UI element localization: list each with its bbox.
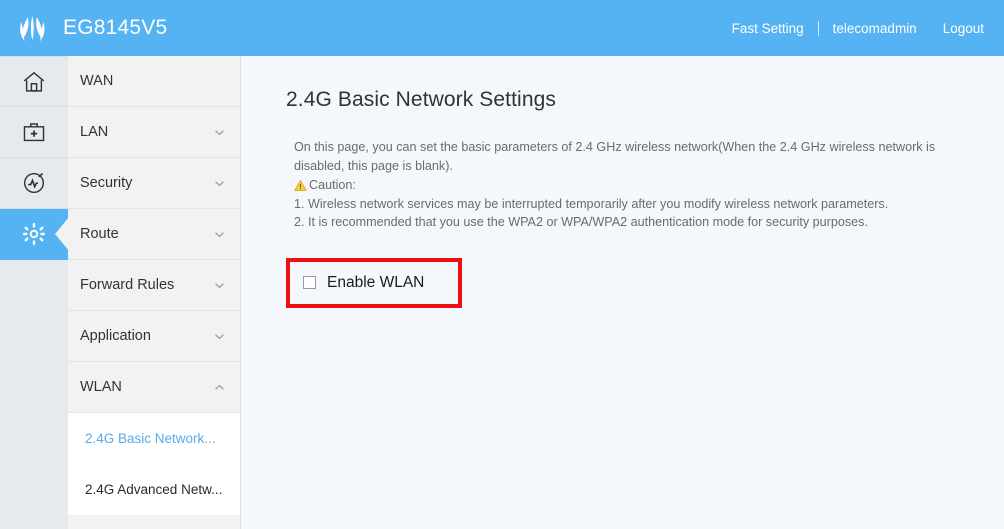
nav-item-label: LAN <box>80 124 109 140</box>
nav-item-forward-rules[interactable]: Forward Rules <box>68 260 240 311</box>
nav-item-wan[interactable]: WAN <box>68 56 240 107</box>
page-header: EG8145V5 Fast Setting telecomadmin Logou… <box>0 0 1004 56</box>
gauge-icon <box>23 172 45 194</box>
icon-sidebar <box>0 56 68 529</box>
rail-filler <box>0 260 68 311</box>
caution-item-2: 2. It is recommended that you use the WP… <box>294 215 868 229</box>
chevron-down-icon <box>215 231 224 237</box>
sidebar-icon-maintenance[interactable] <box>0 107 68 158</box>
current-user-label: telecomadmin <box>832 20 917 36</box>
chevron-up-icon <box>215 384 224 390</box>
nav-item-wlan[interactable]: WLAN <box>68 362 240 413</box>
nav-item-application[interactable]: Application <box>68 311 240 362</box>
router-admin-page: EG8145V5 Fast Setting telecomadmin Logou… <box>0 0 1004 529</box>
sidebar-icon-diagnosis[interactable] <box>0 158 68 209</box>
description-line-2: disabled, this page is blank). <box>294 158 453 173</box>
wlan-submenu: 2.4G Basic Network... 2.4G Advanced Netw… <box>68 413 240 515</box>
gear-icon <box>23 223 45 245</box>
description-line-1: On this page, you can set the basic para… <box>294 140 936 154</box>
page-title: 2.4G Basic Network Settings <box>286 88 556 111</box>
nav-item-label: WLAN <box>80 379 122 395</box>
enable-wlan-label[interactable]: Enable WLAN <box>327 274 424 292</box>
chevron-down-icon <box>215 180 224 186</box>
submenu-item-24g-advanced-network[interactable]: 2.4G Advanced Netw... <box>68 464 240 515</box>
nav-item-label: Forward Rules <box>80 277 175 293</box>
chevron-down-icon <box>215 333 224 339</box>
chevron-down-icon <box>215 282 224 288</box>
fast-setting-link[interactable]: Fast Setting <box>732 21 804 36</box>
enable-wlan-section: Enable WLAN <box>286 257 462 308</box>
nav-menu: WAN LAN Security Route Forward Rules App… <box>68 56 241 529</box>
brand-name: EG8145V5 <box>63 16 168 39</box>
enable-wlan-checkbox[interactable] <box>303 276 316 289</box>
nav-item-label: WAN <box>80 73 114 89</box>
nav-item-label: Route <box>80 226 119 242</box>
warning-triangle-icon <box>294 179 307 191</box>
nav-item-label: Security <box>80 175 133 191</box>
huawei-flower-logo-icon <box>20 15 45 42</box>
home-icon <box>23 71 45 92</box>
logout-link[interactable]: Logout <box>943 21 984 36</box>
toolkit-plus-icon <box>23 123 45 142</box>
chevron-down-icon <box>215 129 224 135</box>
submenu-item-24g-basic-network[interactable]: 2.4G Basic Network... <box>68 413 240 464</box>
submenu-item-label: 2.4G Basic Network... <box>85 431 216 446</box>
page-description: On this page, you can set the basic para… <box>294 138 962 232</box>
nav-item-lan[interactable]: LAN <box>68 107 240 158</box>
enable-wlan-row[interactable]: Enable WLAN <box>286 258 462 308</box>
caution-heading: Caution: <box>294 176 962 195</box>
submenu-item-label: 2.4G Advanced Netw... <box>85 482 223 497</box>
nav-item-security[interactable]: Security <box>68 158 240 209</box>
nav-item-route[interactable]: Route <box>68 209 240 260</box>
caution-label: Caution: <box>309 178 356 192</box>
sidebar-icon-advanced-settings[interactable] <box>0 209 68 260</box>
caution-item-1: 1. Wireless network services may be inte… <box>294 196 889 211</box>
header-divider <box>817 20 819 36</box>
main-content: 2.4G Basic Network Settings On this page… <box>241 56 1004 529</box>
nav-item-label: Application <box>80 328 151 344</box>
header-actions: Fast Setting telecomadmin Logout <box>732 0 984 56</box>
brand: EG8145V5 <box>12 0 167 56</box>
sidebar-icon-home[interactable] <box>0 56 68 107</box>
